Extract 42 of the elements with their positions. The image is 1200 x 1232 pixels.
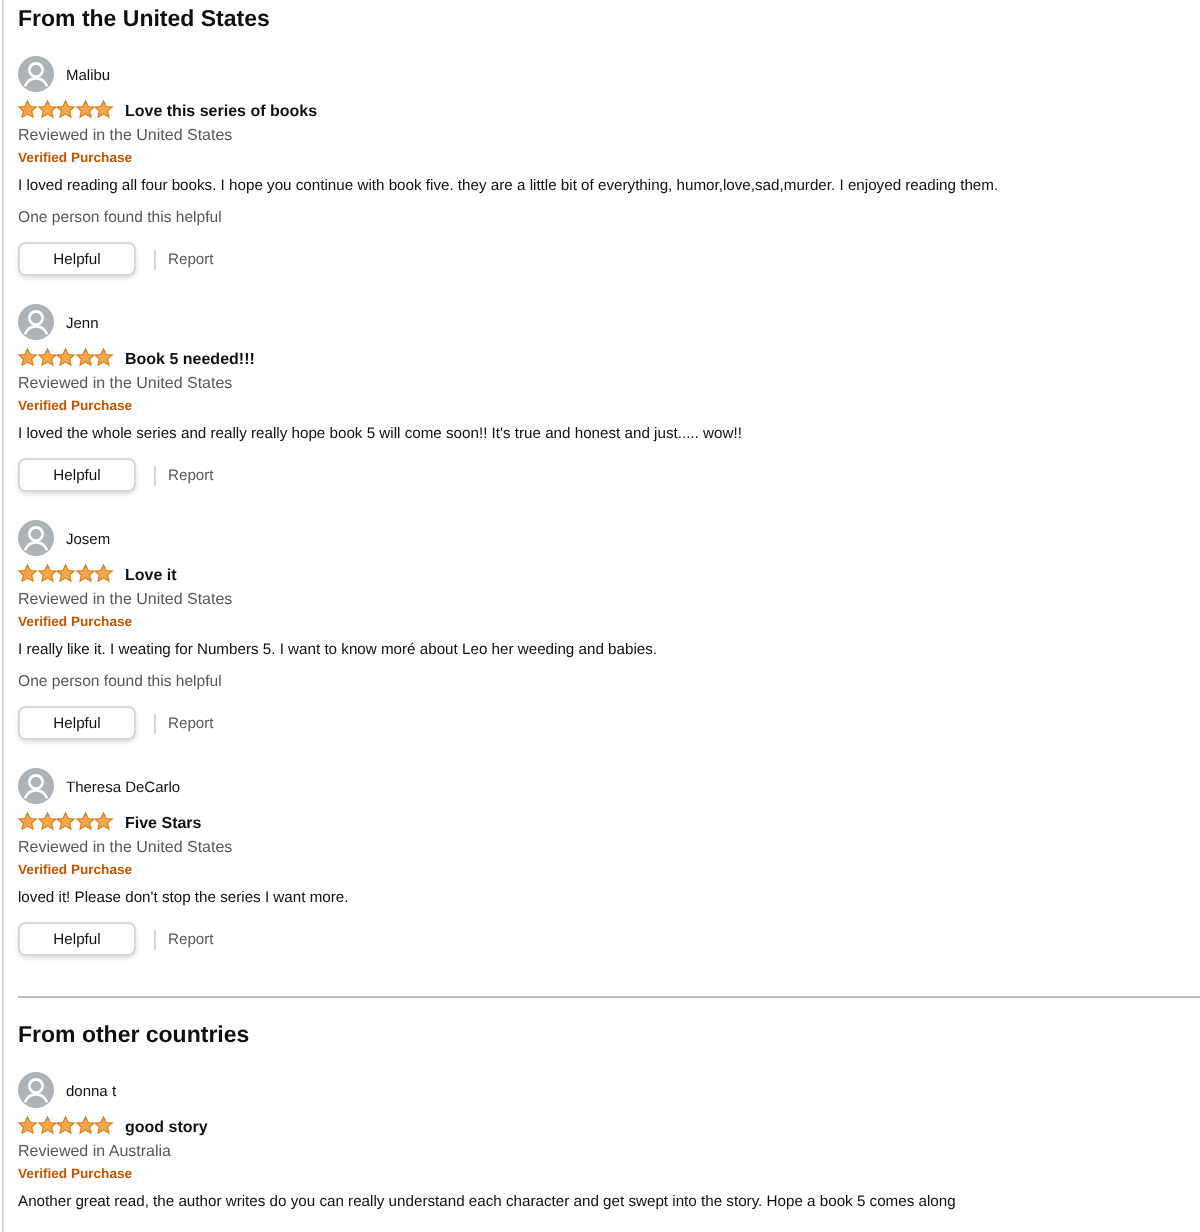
star-icon [56, 348, 75, 368]
star-icon [56, 100, 75, 120]
review-location: Reviewed in the United States [18, 836, 233, 860]
section-heading: From other countries [18, 1022, 250, 1052]
star-icon [56, 812, 75, 832]
star-icon [37, 812, 56, 832]
star-icon [75, 812, 94, 832]
star-icon [37, 100, 56, 120]
review-title[interactable]: Love this series of books [125, 101, 318, 119]
star-icon [18, 1116, 37, 1136]
star-icon [75, 1116, 94, 1136]
star-icon [18, 564, 37, 584]
review-location: Reviewed in the United States [18, 588, 233, 612]
star-icon [37, 1116, 56, 1136]
star-icon [18, 100, 37, 120]
review-title[interactable]: Book 5 needed!!! [125, 349, 255, 367]
star-icon [94, 100, 113, 120]
star-icon [94, 348, 113, 368]
review-title[interactable]: Love it [125, 565, 177, 583]
star-icon [37, 564, 56, 584]
star-icon [18, 812, 37, 832]
star-icon [94, 1116, 113, 1136]
star-icon [56, 1116, 75, 1136]
star-icon [37, 348, 56, 368]
review-title[interactable]: Five Stars [125, 813, 202, 831]
avatar-icon [18, 56, 54, 92]
avatar-icon [18, 520, 54, 556]
review-location: Reviewed in Australia [18, 1140, 171, 1164]
star-icon [94, 812, 113, 832]
star-icon [94, 564, 113, 584]
avatar-icon [18, 1072, 54, 1108]
review-location: Reviewed in the United States [18, 372, 233, 396]
star-icon [56, 564, 75, 584]
star-icon [75, 564, 94, 584]
avatar-icon [18, 768, 54, 804]
avatar-icon [18, 304, 54, 340]
star-icon [18, 348, 37, 368]
review-title[interactable]: good story [125, 1117, 208, 1135]
star-icon [75, 348, 94, 368]
section-heading: From the United States [18, 6, 270, 36]
star-icon [75, 100, 94, 120]
review-location: Reviewed in the United States [18, 124, 233, 148]
